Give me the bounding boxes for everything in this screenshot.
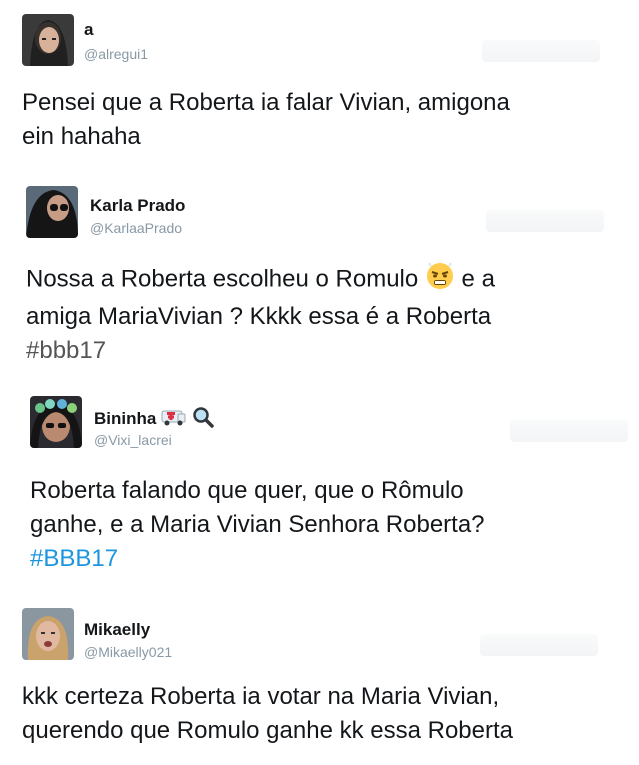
user-handle[interactable]: @KarlaaPrado	[90, 220, 182, 236]
avatar[interactable]	[26, 186, 78, 238]
tweet-text: kkk certeza Roberta ia votar na Maria Vi…	[22, 683, 513, 744]
angry-face-icon	[425, 260, 455, 300]
avatar[interactable]	[22, 608, 74, 660]
tweet-text: Pensei que a Roberta ia falar Vivian, am…	[22, 89, 510, 150]
magnifier-icon	[192, 406, 214, 433]
hashtag-link[interactable]: #BBB17	[30, 545, 118, 572]
follow-button[interactable]	[486, 210, 604, 232]
avatar[interactable]	[30, 396, 82, 448]
ambulance-icon	[161, 407, 187, 432]
tweet-text-part: Roberta falando que quer, que o Rômulo g…	[30, 477, 485, 538]
follow-button[interactable]	[482, 40, 600, 62]
user-name[interactable]: Mikaelly	[84, 620, 150, 640]
user-name-text: Bininha	[94, 408, 157, 428]
user-handle[interactable]: @Vixi_lacrei	[94, 432, 172, 448]
tweet-text: Roberta falando que quer, que o Rômulo g…	[30, 474, 485, 576]
user-handle[interactable]: @Mikaelly021	[84, 644, 172, 660]
hashtag-link[interactable]: #bbb17	[26, 337, 106, 364]
user-name[interactable]: Bininha	[94, 406, 214, 433]
follow-button[interactable]	[480, 634, 598, 656]
tweet-text-part: Nossa a Roberta escolheu o Romulo	[26, 265, 425, 293]
tweet-text: Nossa a Roberta escolheu o Romulo e a am…	[26, 260, 495, 368]
user-name[interactable]: Karla Prado	[90, 196, 185, 216]
user-name[interactable]: a	[84, 20, 93, 40]
avatar[interactable]	[22, 14, 74, 66]
user-handle[interactable]: @alregui1	[84, 46, 148, 62]
follow-button[interactable]	[510, 420, 628, 442]
